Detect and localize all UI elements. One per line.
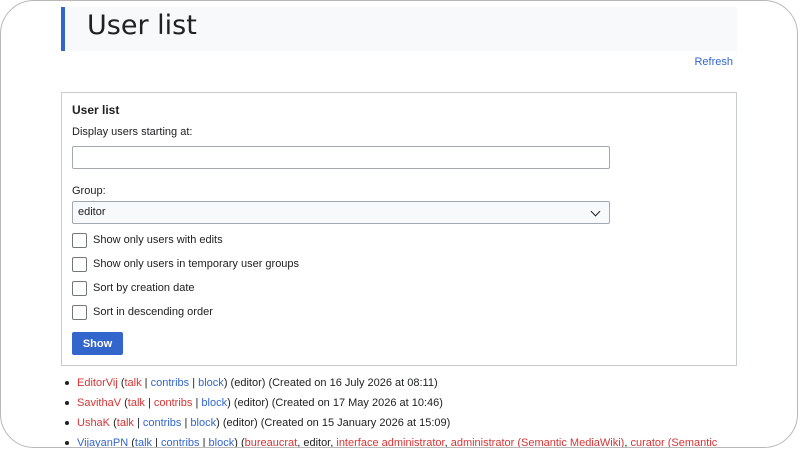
user-link[interactable]: VijayanPN xyxy=(77,437,128,447)
user-results-list: EditorVij (talk | contribs | block) (edi… xyxy=(65,375,717,448)
group-editor: editor xyxy=(303,437,331,448)
user-list-form: User list Display users starting at: Gro… xyxy=(61,92,737,366)
group-link-bureaucrat[interactable]: bureaucrat xyxy=(245,437,298,447)
start-at-label: Display users starting at: xyxy=(72,126,193,138)
list-item: UshaK (talk | contribs | block) (editor)… xyxy=(65,415,717,435)
checkbox-box[interactable] xyxy=(72,233,87,248)
window-frame: User list Refresh User list Display user… xyxy=(0,0,798,448)
contribs-link[interactable]: contribs xyxy=(154,397,193,409)
page-title: User list xyxy=(87,10,197,41)
checkbox-box[interactable] xyxy=(72,281,87,296)
refresh-link[interactable]: Refresh xyxy=(694,56,733,68)
block-link[interactable]: block xyxy=(198,377,224,389)
talk-link[interactable]: talk xyxy=(135,437,152,447)
checkbox-box[interactable] xyxy=(72,257,87,272)
block-link[interactable]: block xyxy=(190,417,216,429)
start-at-input[interactable] xyxy=(72,146,610,169)
checkbox-label: Show only users in temporary user groups xyxy=(93,258,300,270)
user-link[interactable]: EditorVij xyxy=(77,377,118,389)
group-label: Group: xyxy=(72,185,106,197)
contribs-link[interactable]: contribs xyxy=(143,417,182,429)
checkbox-label: Sort in descending order xyxy=(93,306,213,318)
talk-link[interactable]: talk xyxy=(117,417,134,429)
contribs-link[interactable]: contribs xyxy=(161,437,200,447)
group-link-interface-admin[interactable]: interface administrator xyxy=(336,437,444,447)
user-info: (editor) (Created on 16 July 2026 at 08:… xyxy=(230,377,438,389)
show-button[interactable]: Show xyxy=(72,332,123,355)
list-item: EditorVij (talk | contribs | block) (edi… xyxy=(65,375,717,395)
talk-link[interactable]: talk xyxy=(125,377,142,389)
form-legend: User list xyxy=(72,103,120,117)
block-link[interactable]: block xyxy=(201,397,227,409)
user-link[interactable]: UshaK xyxy=(77,417,110,429)
chevron-down-icon xyxy=(590,206,601,217)
checkbox-label: Show only users with edits xyxy=(93,234,223,246)
group-link-admin-smw[interactable]: administrator (Semantic MediaWiki) xyxy=(451,437,625,447)
group-select-value: editor xyxy=(78,206,106,218)
list-item: SavithaV (talk | contribs | block) (edit… xyxy=(65,395,717,415)
checkbox-box[interactable] xyxy=(72,305,87,320)
list-item: VijayanPN (talk | contribs | block) (bur… xyxy=(65,435,717,448)
contribs-link[interactable]: contribs xyxy=(151,377,190,389)
group-select[interactable]: editor xyxy=(72,201,610,224)
user-info: (editor) (Created on 15 January 2026 at … xyxy=(222,417,451,429)
group-link-curator[interactable]: curator (Semantic xyxy=(630,437,717,447)
checkbox-label: Sort by creation date xyxy=(93,282,195,294)
user-info: (editor) (Created on 17 May 2026 at 10:4… xyxy=(233,397,443,409)
talk-link[interactable]: talk xyxy=(128,397,145,409)
block-link[interactable]: block xyxy=(209,437,235,447)
page-header: User list xyxy=(61,7,737,51)
user-link[interactable]: SavithaV xyxy=(77,397,121,409)
